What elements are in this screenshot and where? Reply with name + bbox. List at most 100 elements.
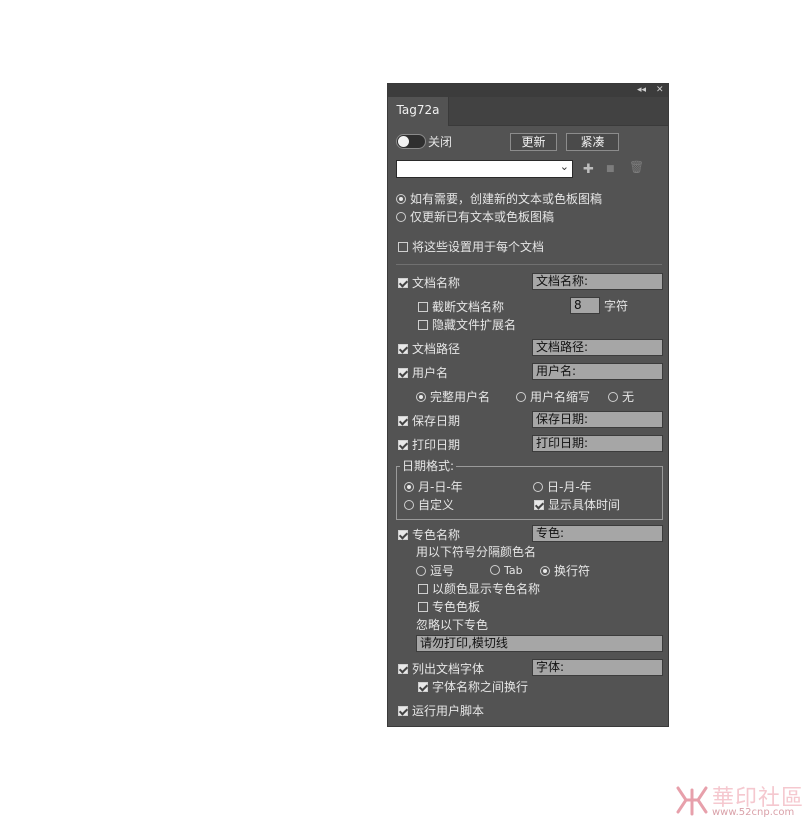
show-color-label: 以颜色显示专色名称 bbox=[432, 582, 541, 596]
truncate-count-field[interactable]: 8 bbox=[570, 297, 600, 314]
mode-create-label: 如有需要，创建新的文本或色板图稿 bbox=[410, 192, 603, 206]
print-date-label: 打印日期 bbox=[412, 438, 461, 452]
collapse-icon[interactable]: ◂◂ bbox=[637, 84, 646, 97]
radio-indicator bbox=[540, 566, 550, 576]
ignore-spot-field[interactable]: 请勿打印,模切线 bbox=[416, 635, 663, 652]
radio-indicator bbox=[396, 212, 406, 222]
mode-create-radio[interactable]: 如有需要，创建新的文本或色板图稿 bbox=[396, 191, 602, 207]
user-full-label: 完整用户名 bbox=[430, 390, 491, 404]
checkbox-indicator bbox=[398, 368, 408, 378]
spot-checkbox[interactable]: 专色名称 bbox=[398, 527, 460, 543]
close-icon[interactable]: ✕ bbox=[656, 84, 664, 97]
spot-sep-label: 用以下符号分隔颜色名 bbox=[416, 545, 537, 559]
compact-button[interactable]: 紧凑 bbox=[566, 133, 619, 151]
date-custom-label: 自定义 bbox=[418, 498, 455, 512]
apply-all-checkbox[interactable]: 将这些设置用于每个文档 bbox=[398, 239, 544, 255]
mode-update-radio[interactable]: 仅更新已有文本或色板图稿 bbox=[396, 209, 554, 225]
date-dmy-label: 日-月-年 bbox=[547, 480, 592, 494]
spot-field[interactable]: 专色: bbox=[532, 525, 663, 542]
print-date-checkbox[interactable]: 打印日期 bbox=[398, 437, 460, 453]
mode-update-label: 仅更新已有文本或色板图稿 bbox=[410, 210, 555, 224]
preset-select[interactable]: ⌄ bbox=[396, 160, 573, 178]
save-date-checkbox[interactable]: 保存日期 bbox=[398, 413, 460, 429]
hide-ext-checkbox[interactable]: 隐藏文件扩展名 bbox=[418, 317, 516, 333]
doc-path-field[interactable]: 文档路径: bbox=[532, 339, 663, 356]
radio-indicator bbox=[404, 500, 414, 510]
checkbox-indicator bbox=[398, 278, 408, 288]
sep-tab-radio[interactable]: Tab bbox=[490, 563, 523, 579]
apply-all-label: 将这些设置用于每个文档 bbox=[412, 240, 545, 254]
fonts-label: 列出文档字体 bbox=[412, 662, 485, 676]
checkbox-indicator bbox=[534, 500, 544, 510]
enable-toggle[interactable] bbox=[396, 134, 426, 149]
doc-path-checkbox[interactable]: 文档路径 bbox=[398, 341, 460, 357]
checkbox-indicator bbox=[418, 682, 428, 692]
doc-name-label: 文档名称 bbox=[412, 276, 461, 290]
toggle-knob bbox=[398, 136, 409, 147]
doc-name-field[interactable]: 文档名称: bbox=[532, 273, 663, 290]
show-color-checkbox[interactable]: 以颜色显示专色名称 bbox=[418, 581, 540, 597]
hide-ext-label: 隐藏文件扩展名 bbox=[432, 318, 517, 332]
date-mdy-radio[interactable]: 月-日-年 bbox=[404, 479, 463, 495]
user-script-checkbox[interactable]: 运行用户脚本 bbox=[398, 703, 484, 719]
checkbox-indicator bbox=[418, 320, 428, 330]
user-abbr-label: 用户名缩写 bbox=[530, 390, 591, 404]
print-date-field[interactable]: 打印日期: bbox=[532, 435, 663, 452]
tag72a-panel: ◂◂ ✕ Tag72a 关闭 更新 紧凑 ⌄ ✚ ■ 🗑 如有需要，创建新的文本… bbox=[387, 83, 669, 727]
checkbox-indicator bbox=[418, 302, 428, 312]
update-button[interactable]: 更新 bbox=[510, 133, 557, 151]
show-time-checkbox[interactable]: 显示具体时间 bbox=[534, 497, 620, 513]
date-mdy-label: 月-日-年 bbox=[418, 480, 463, 494]
font-newline-checkbox[interactable]: 字体名称之间换行 bbox=[418, 679, 528, 695]
checkbox-indicator bbox=[398, 344, 408, 354]
radio-indicator bbox=[416, 392, 426, 402]
delete-preset-icon[interactable]: 🗑 bbox=[629, 161, 644, 174]
sep-newline-radio[interactable]: 换行符 bbox=[540, 563, 590, 579]
radio-indicator bbox=[404, 482, 414, 492]
checkbox-indicator bbox=[398, 416, 408, 426]
sep-tab-label: Tab bbox=[504, 564, 523, 577]
user-name-label: 用户名 bbox=[412, 366, 449, 380]
checkbox-indicator bbox=[398, 706, 408, 716]
divider bbox=[396, 264, 662, 265]
date-custom-radio[interactable]: 自定义 bbox=[404, 497, 454, 513]
checkbox-indicator bbox=[398, 440, 408, 450]
save-date-field[interactable]: 保存日期: bbox=[532, 411, 663, 428]
user-abbr-radio[interactable]: 用户名缩写 bbox=[516, 389, 590, 405]
user-none-radio[interactable]: 无 bbox=[608, 389, 634, 405]
checkbox-indicator bbox=[418, 584, 428, 594]
radio-indicator bbox=[490, 565, 500, 575]
user-name-field[interactable]: 用户名: bbox=[532, 363, 663, 380]
save-date-label: 保存日期 bbox=[412, 414, 461, 428]
checkbox-indicator bbox=[418, 602, 428, 612]
ignore-spot-label: 忽略以下专色 bbox=[416, 618, 489, 632]
truncate-checkbox[interactable]: 截断文档名称 bbox=[418, 299, 504, 315]
doc-path-label: 文档路径 bbox=[412, 342, 461, 356]
date-dmy-radio[interactable]: 日-月-年 bbox=[533, 479, 592, 495]
checkbox-indicator bbox=[398, 242, 408, 252]
font-newline-label: 字体名称之间换行 bbox=[432, 680, 529, 694]
watermark-url: www.52cnp.com bbox=[712, 807, 795, 818]
user-name-checkbox[interactable]: 用户名 bbox=[398, 365, 448, 381]
truncate-label: 截断文档名称 bbox=[432, 300, 505, 314]
spot-swatch-label: 专色色板 bbox=[432, 600, 481, 614]
tab-tag72a[interactable]: Tag72a bbox=[388, 97, 449, 126]
add-preset-icon[interactable]: ✚ bbox=[583, 163, 594, 176]
truncate-unit: 字符 bbox=[604, 299, 629, 313]
radio-indicator bbox=[608, 392, 618, 402]
user-none-label: 无 bbox=[622, 390, 635, 404]
chevron-down-icon: ⌄ bbox=[559, 160, 569, 173]
save-preset-icon[interactable]: ■ bbox=[606, 163, 615, 176]
radio-indicator bbox=[516, 392, 526, 402]
sep-comma-label: 逗号 bbox=[430, 564, 455, 578]
radio-indicator bbox=[416, 566, 426, 576]
doc-name-checkbox[interactable]: 文档名称 bbox=[398, 275, 460, 291]
watermark-logo-icon bbox=[676, 786, 708, 816]
fonts-checkbox[interactable]: 列出文档字体 bbox=[398, 661, 484, 677]
spot-swatch-checkbox[interactable]: 专色色板 bbox=[418, 599, 480, 615]
fonts-field[interactable]: 字体: bbox=[532, 659, 663, 676]
user-full-radio[interactable]: 完整用户名 bbox=[416, 389, 490, 405]
sep-comma-radio[interactable]: 逗号 bbox=[416, 563, 454, 579]
checkbox-indicator bbox=[398, 664, 408, 674]
show-time-label: 显示具体时间 bbox=[548, 498, 621, 512]
